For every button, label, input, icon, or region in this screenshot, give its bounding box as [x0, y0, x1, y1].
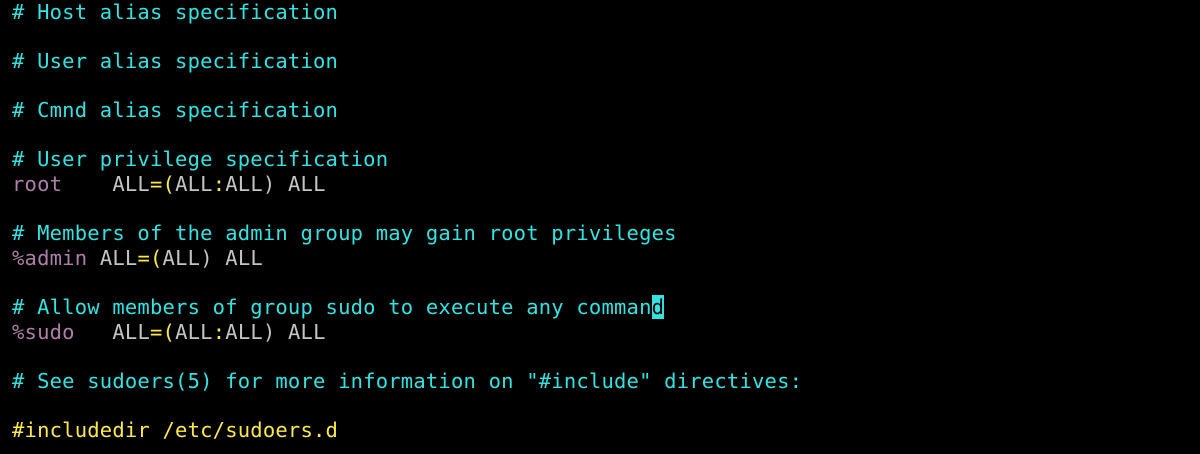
text-segment-keyword: ALL: [225, 172, 263, 196]
text-segment-keyword: ALL: [112, 172, 150, 196]
text-segment-comment: # Allow members of group sudo to execute…: [12, 295, 652, 319]
text-segment-include: #includedir /etc/sudoers.d: [12, 418, 339, 442]
text-segment-comment: # User privilege specification: [12, 147, 389, 171]
editor-line-host-alias[interactable]: # Host alias specification: [12, 0, 338, 24]
text-segment-keyword: [87, 246, 100, 270]
text-segment-keyword: ): [200, 246, 226, 270]
text-segment-comment: # Host alias specification: [12, 0, 339, 24]
editor-line-include-comment[interactable]: # See sudoers(5) for more information on…: [12, 369, 802, 393]
text-segment-keyword: [75, 320, 113, 344]
text-segment-keyword: ALL: [112, 320, 150, 344]
text-segment-user: root: [12, 172, 63, 196]
text-segment-keyword: ALL: [225, 246, 263, 270]
editor-line-admin-rule[interactable]: %admin ALL=(ALL) ALL: [12, 246, 263, 270]
text-segment-keyword: ALL: [99, 246, 138, 270]
editor-line-sudo-rule[interactable]: %sudo ALL=(ALL:ALL) ALL: [12, 320, 326, 344]
editor-line-admin-comment[interactable]: # Members of the admin group may gain ro…: [12, 221, 677, 245]
text-segment-symbol: :: [212, 320, 226, 344]
text-segment-keyword: ALL: [225, 320, 263, 344]
editor-line-user-alias[interactable]: # User alias specification: [12, 49, 338, 73]
text-segment-keyword: ): [262, 320, 289, 344]
text-segment-keyword: ALL: [175, 172, 213, 196]
text-segment-symbol: :: [212, 172, 226, 196]
text-segment-comment: # Cmnd alias specification: [12, 98, 339, 122]
text-segment-symbol: =(: [137, 246, 163, 270]
text-segment-comment: # User alias specification: [12, 49, 339, 73]
editor-line-user-privilege[interactable]: # User privilege specification: [12, 147, 388, 171]
text-segment-comment: # See sudoers(5) for more information on…: [12, 369, 803, 393]
text-segment-keyword: ALL: [288, 172, 326, 196]
text-segment-keyword: ALL: [175, 320, 213, 344]
text-segment-comment: # Members of the admin group may gain ro…: [12, 221, 677, 245]
text-segment-symbol: =(: [150, 320, 176, 344]
text-segment-keyword: ): [262, 172, 288, 196]
terminal-editor[interactable]: # Host alias specification # User alias …: [0, 0, 1200, 454]
text-segment-user: %sudo: [12, 320, 75, 344]
text-segment-keyword: ALL: [288, 320, 326, 344]
editor-line-sudo-comment[interactable]: # Allow members of group sudo to execute…: [12, 295, 665, 319]
editor-line-includedir[interactable]: #includedir /etc/sudoers.d: [12, 418, 338, 442]
text-segment-symbol: =(: [149, 172, 176, 196]
editor-line-cmnd-alias[interactable]: # Cmnd alias specification: [12, 98, 338, 122]
text-segment-keyword: [62, 172, 112, 196]
editor-line-root-rule[interactable]: root ALL=(ALL:ALL) ALL: [12, 172, 326, 196]
text-segment-user: %admin: [12, 246, 88, 270]
text-cursor: d: [651, 295, 665, 319]
text-segment-keyword: ALL: [162, 246, 201, 270]
